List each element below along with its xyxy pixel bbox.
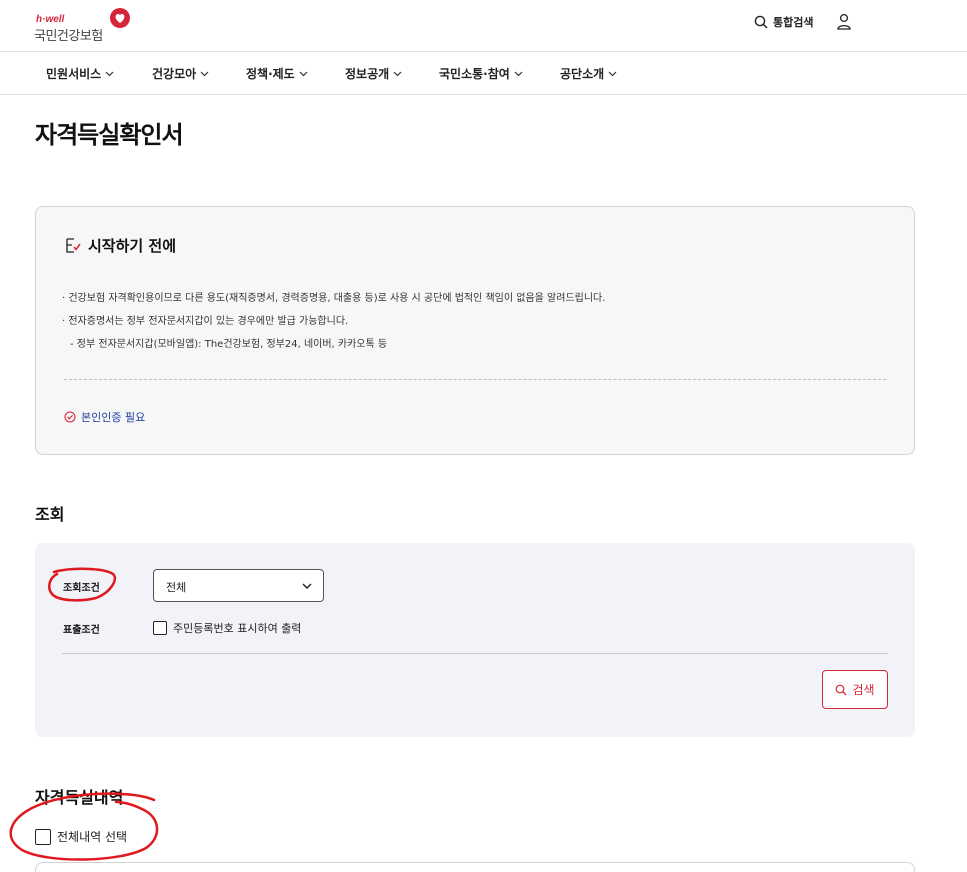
search-panel: 조회조건 전체 표출조건 주민등록번호 표시하여 출력 검색 xyxy=(35,543,915,737)
list-item: · 전자증명서는 정부 전자문서지갑이 있는 경우에만 발급 가능합니다. xyxy=(62,316,349,327)
list-item: · 건강보험 자격확인용이므로 다른 용도(재직증명서, 경력증명용, 대출용 … xyxy=(62,293,606,304)
search-section-title: 조회 xyxy=(35,505,65,524)
select-all-option[interactable]: 전체내역 선택 xyxy=(35,828,127,845)
results-section-title: 자격득실내역 xyxy=(35,788,124,807)
auth-required-label: 본인인증 필요 xyxy=(81,411,146,424)
nav-item-policy[interactable]: 정책·제도 xyxy=(246,65,308,82)
chevron-down-icon xyxy=(299,71,308,76)
condition-select[interactable]: 전체 xyxy=(153,569,324,602)
chevron-down-icon xyxy=(200,71,209,76)
checklist-icon xyxy=(66,237,81,253)
select-all-checkbox[interactable] xyxy=(35,828,51,845)
user-icon[interactable] xyxy=(836,13,852,31)
show-resident-number-label: 주민등록번호 표시하여 출력 xyxy=(173,622,302,635)
chevron-down-icon xyxy=(608,71,617,76)
nav-item-civil-service[interactable]: 민원서비스 xyxy=(46,65,114,82)
list-item: - 정부 전자문서지갑(모바일앱): The건강보험, 정부24, 네이버, 카… xyxy=(70,339,388,350)
integrated-search-label: 통합검색 xyxy=(773,16,814,29)
notice-list: · 건강보험 자격확인용이므로 다른 용도(재직증명서, 경력증명용, 대출용 … xyxy=(62,289,605,358)
integrated-search-button[interactable]: 통합검색 xyxy=(754,13,813,31)
check-circle-icon xyxy=(64,411,76,423)
site-logo[interactable]: h·well 국민건강보험 xyxy=(34,8,134,44)
condition-select-value: 전체 xyxy=(166,581,187,594)
auth-required-notice: 본인인증 필요 xyxy=(64,409,145,425)
show-resident-number-checkbox[interactable] xyxy=(153,621,167,635)
nav-item-label: 국민소통·참여 xyxy=(439,67,510,81)
chevron-down-icon xyxy=(105,71,114,76)
nav-item-participation[interactable]: 국민소통·참여 xyxy=(439,65,523,82)
select-all-label: 전체내역 선택 xyxy=(57,830,128,844)
nav-item-about[interactable]: 공단소개 xyxy=(560,65,617,82)
divider xyxy=(64,379,886,380)
main-nav: 민원서비스 건강모아 정책·제도 정보공개 국민소통·참여 공단소개 xyxy=(0,52,967,95)
search-button[interactable]: 검색 xyxy=(822,670,888,709)
search-icon xyxy=(754,15,768,29)
before-start-notice: 시작하기 전에 · 건강보험 자격확인용이므로 다른 용도(재직증명서, 경력증… xyxy=(35,206,915,455)
chevron-down-icon xyxy=(393,71,402,76)
page-title: 자격득실확인서 xyxy=(35,121,184,149)
search-icon xyxy=(836,684,847,695)
nav-item-label: 공단소개 xyxy=(560,67,605,81)
show-resident-number-option[interactable]: 주민등록번호 표시하여 출력 xyxy=(153,620,301,636)
notice-title: 시작하기 전에 xyxy=(88,237,177,255)
search-button-label: 검색 xyxy=(852,683,875,697)
chevron-down-icon xyxy=(302,583,312,589)
logo-org-name: 국민건강보험 xyxy=(34,29,103,44)
nav-item-label: 정책·제도 xyxy=(246,67,295,81)
condition-label: 조회조건 xyxy=(63,583,100,594)
nav-item-label: 민원서비스 xyxy=(46,67,102,81)
nav-item-label: 정보공개 xyxy=(345,67,390,81)
nav-item-disclosure[interactable]: 정보공개 xyxy=(345,65,402,82)
chevron-down-icon xyxy=(514,71,523,76)
logo-hwell-text: h·well xyxy=(36,14,65,25)
divider xyxy=(62,653,888,654)
nav-item-health-collection[interactable]: 건강모아 xyxy=(152,65,209,82)
results-list xyxy=(35,862,915,872)
site-header: h·well 국민건강보험 통합검색 xyxy=(0,0,967,52)
logo-heart-icon xyxy=(110,8,130,28)
notice-header: 시작하기 전에 xyxy=(64,235,176,256)
output-label: 표출조건 xyxy=(63,625,100,636)
nav-item-label: 건강모아 xyxy=(152,67,197,81)
